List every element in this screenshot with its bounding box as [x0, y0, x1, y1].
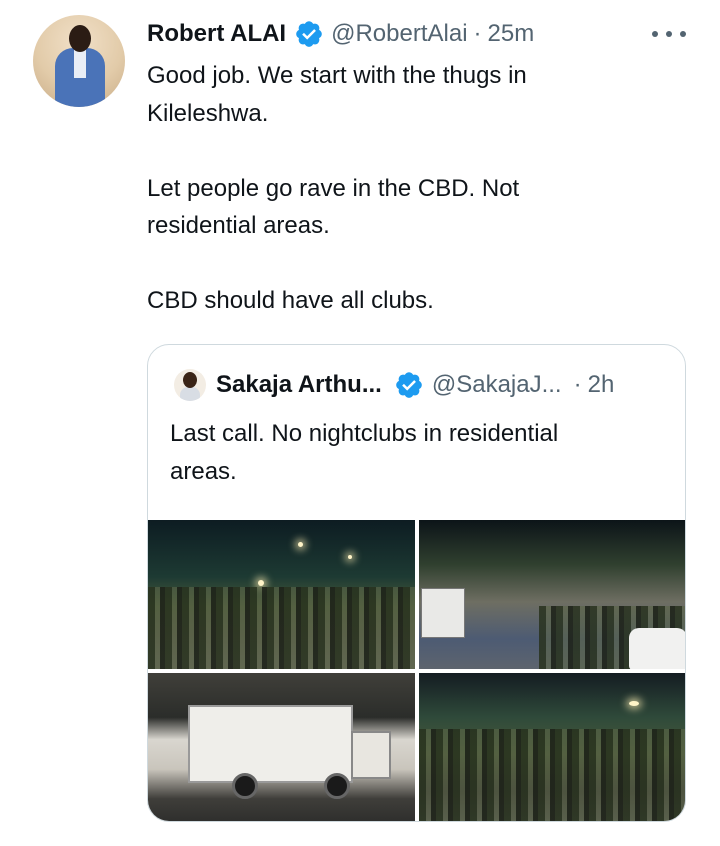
verified-badge-icon [296, 21, 322, 47]
more-dot [680, 31, 686, 37]
truck-cab [351, 731, 391, 779]
street-light [298, 542, 303, 547]
verified-badge-icon [396, 372, 422, 398]
tweet-text: Good job. We start with the thugs in Kil… [147, 57, 667, 320]
tweet-paragraph-1: Good job. We start with the thugs in Kil… [147, 62, 527, 127]
photo-4[interactable] [419, 673, 685, 821]
photo-3[interactable] [148, 673, 415, 821]
street-light [348, 555, 352, 559]
quoted-tweet-header: Sakaja Arthu... @SakajaJ... · 2h [216, 367, 614, 403]
vehicle [421, 588, 465, 638]
tweet-timestamp[interactable]: 25m [488, 20, 535, 48]
more-dot [666, 31, 672, 37]
more-dot [652, 31, 658, 37]
tweet-paragraph-3: CBD should have all clubs. [147, 287, 434, 314]
media-grid [148, 520, 685, 821]
tweet-header: Robert ALAI @RobertAlai · 25m [147, 17, 534, 51]
more-options-icon[interactable] [652, 22, 686, 46]
crowd-of-officers [148, 587, 415, 669]
quoted-tweet-timestamp: 2h [587, 371, 615, 398]
wheel [324, 773, 350, 799]
photo-1[interactable] [148, 520, 415, 669]
truck-body [188, 705, 353, 783]
avatar-figure-head [69, 25, 91, 52]
quoted-avatar-head [183, 372, 197, 388]
quoted-author-name: Sakaja Arthu... [216, 371, 382, 398]
photo-2[interactable] [419, 520, 685, 669]
street-light [629, 701, 639, 706]
quoted-author-handle: @SakajaJ... [431, 371, 562, 398]
quoted-author-avatar [174, 369, 206, 401]
separator-dot: · [573, 371, 582, 398]
separator-dot: · [473, 20, 482, 47]
wheel [232, 773, 258, 799]
crowd-of-officers [419, 729, 685, 821]
tweet-paragraph-2: Let people go rave in the CBD. Not resid… [147, 174, 520, 240]
quoted-tweet-card[interactable]: Sakaja Arthu... @SakajaJ... · 2h Last ca… [147, 344, 686, 822]
street-light [258, 580, 264, 586]
avatar-figure-shirt [74, 48, 86, 78]
author-avatar[interactable] [33, 15, 125, 107]
quoted-tweet-text: Last call. No nightclubs in residential … [170, 420, 559, 485]
author-name[interactable]: Robert ALAI [147, 20, 286, 48]
quoted-avatar-body [180, 387, 200, 401]
vehicle [629, 628, 685, 669]
author-handle[interactable]: @RobertAlai [331, 20, 467, 48]
